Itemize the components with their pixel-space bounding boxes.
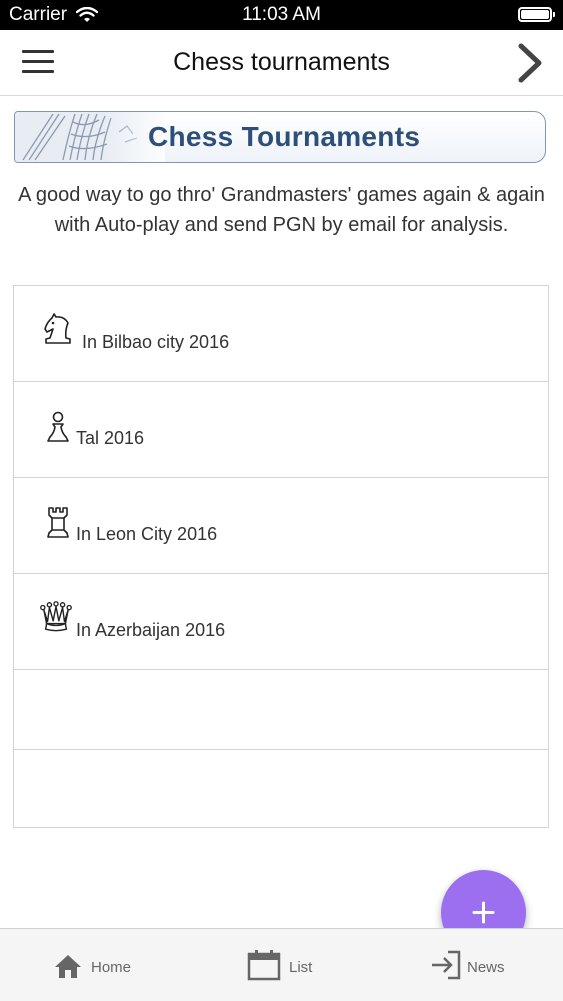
chess-sketch-image (15, 112, 165, 162)
tab-list[interactable]: List (245, 929, 335, 1001)
tournament-label: Tal 2016 (76, 428, 145, 448)
tournament-label: In Azerbaijan 2016 (76, 620, 226, 640)
chess-tournaments-banner: Chess Tournaments (14, 111, 546, 163)
navigation-bar: Chess tournaments (0, 30, 563, 96)
chevron-right-icon[interactable] (515, 42, 545, 84)
clock-time: 11:03 AM (242, 4, 321, 25)
list-item[interactable]: In Leon City 2016 (14, 478, 548, 574)
rook-icon (47, 507, 69, 538)
queen-icon (40, 601, 72, 632)
intro-description: A good way to go thro' Grandmasters' gam… (18, 184, 545, 236)
home-icon (55, 955, 81, 978)
pawn-icon (47, 411, 69, 442)
empty-list-item (14, 750, 548, 827)
banner-title: Chess Tournaments (148, 121, 421, 152)
list-item[interactable]: In Bilbao city 2016 (14, 286, 548, 382)
tournament-label: In Leon City 2016 (76, 524, 218, 544)
tab-news[interactable]: News (428, 929, 528, 1001)
empty-list-item (14, 670, 548, 750)
list-item[interactable]: In Azerbaijan 2016 (14, 574, 548, 670)
tab-home-label: Home (91, 959, 132, 976)
battery-icon (518, 7, 555, 22)
tab-home[interactable]: Home (50, 929, 150, 1001)
tournament-label: In Bilbao city 2016 (82, 332, 230, 352)
tab-news-label: News (467, 959, 505, 976)
list-item[interactable]: Tal 2016 (14, 382, 548, 478)
knight-icon (44, 313, 71, 344)
tab-list-label: List (289, 959, 313, 976)
calendar-icon (247, 950, 281, 981)
bottom-tab-bar: Home List News (0, 928, 563, 1001)
status-bar: Carrier 11:03 AM (0, 0, 563, 30)
sign-in-icon (432, 950, 461, 980)
page-title: Chess tournaments (173, 48, 390, 76)
tournament-list: In Bilbao city 2016 Tal 2016 In Leon Cit… (13, 285, 549, 828)
